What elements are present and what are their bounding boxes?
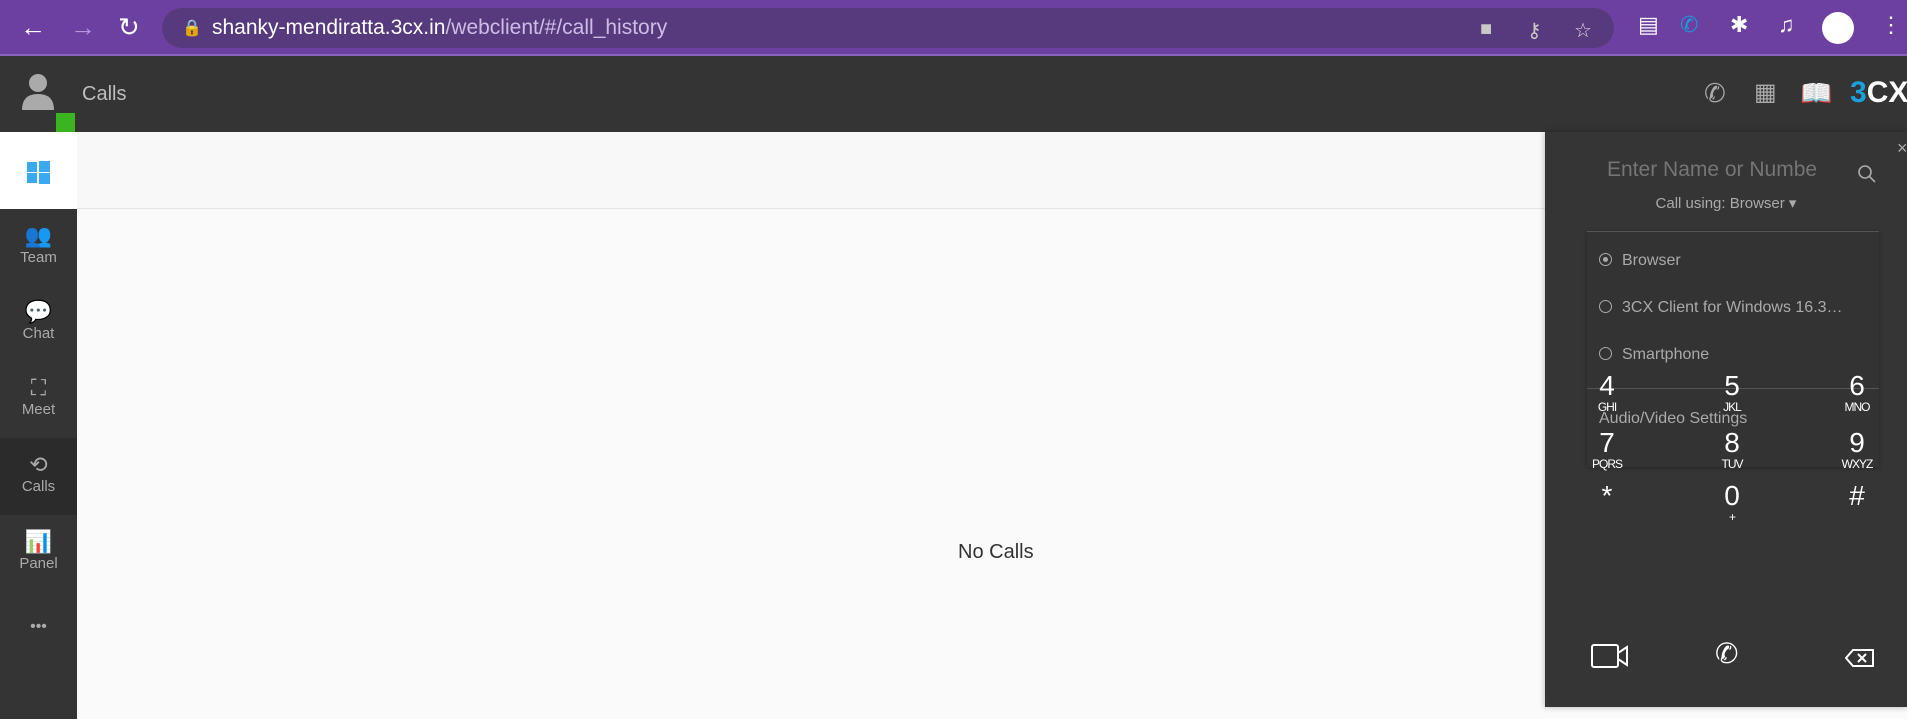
sidebar: 👥 Team 💬 Chat ⛶ Meet ⟲ Calls 📊 Panel •••	[0, 132, 77, 719]
sidebar-item-chat[interactable]: 💬 Chat	[0, 285, 77, 362]
meet-icon: ⛶	[30, 375, 47, 400]
windows-icon	[27, 161, 50, 184]
windows-app-button[interactable]	[0, 132, 77, 209]
search-input[interactable]	[1607, 158, 1817, 182]
menu-icon[interactable]: ⋮	[1880, 12, 1902, 38]
page-title: Calls	[82, 83, 127, 105]
back-icon[interactable]: ←	[20, 12, 46, 42]
radio[interactable]	[1599, 347, 1612, 360]
key-letters: MNO	[1844, 400, 1871, 414]
star-icon[interactable]: ☆	[1574, 18, 1592, 43]
reload-icon[interactable]: ↻	[118, 12, 140, 42]
key-digit: 6	[1849, 370, 1865, 401]
key-letters: +	[1728, 510, 1736, 524]
key-digit: #	[1849, 480, 1865, 511]
sidebar-item-label: Chat	[22, 325, 55, 342]
dialpad-key[interactable]: 4 GHI	[1577, 370, 1637, 415]
history-icon: ⟲	[29, 452, 48, 477]
key-letters: PQRS	[1591, 457, 1623, 471]
call-using-dropdown[interactable]: Call using: Browser ▾	[1545, 194, 1907, 212]
chat-icon: 💬	[24, 299, 53, 324]
browser-toolbar: ← → ↻ 🔒 shanky-mendiratta.3cx.in/webclie…	[0, 0, 1907, 56]
call-icon[interactable]: ✆	[1715, 637, 1738, 670]
dialpad-key[interactable]: 0 +	[1702, 480, 1762, 525]
key-digit: *	[1601, 480, 1613, 511]
key-digit: 0	[1724, 480, 1740, 511]
key-digit: 7	[1599, 427, 1615, 458]
avatar[interactable]	[1822, 12, 1854, 44]
sidebar-item-meet[interactable]: ⛶ Meet	[0, 361, 77, 438]
key-digit: 9	[1849, 427, 1865, 458]
url-text: shanky-mendiratta.3cx.in/webclient/#/cal…	[212, 16, 667, 40]
team-icon: 👥	[24, 223, 53, 248]
url-host: shanky-mendiratta.3cx.in	[212, 16, 446, 39]
forward-icon[interactable]: →	[70, 12, 96, 42]
option-label: Smartphone	[1622, 346, 1710, 363]
sidebar-item-label: Team	[20, 249, 57, 266]
dialpad-key[interactable]: 7 PQRS	[1577, 427, 1637, 472]
radio[interactable]	[1599, 300, 1612, 313]
user-avatar-icon[interactable]	[18, 72, 58, 112]
sidebar-item-calls[interactable]: ⟲ Calls	[0, 438, 77, 515]
dialpad-key[interactable]: 9 WXYZ	[1827, 427, 1887, 472]
option-smartphone[interactable]: Smartphone	[1599, 346, 1709, 364]
extension-icon[interactable]: ▤	[1638, 12, 1659, 38]
key-icon[interactable]: ⚷	[1527, 18, 1542, 43]
url-path: /webclient/#/call_history	[445, 16, 668, 39]
key-letters: GHI	[1597, 400, 1617, 414]
radio-selected[interactable]	[1599, 253, 1612, 266]
media-icon[interactable]: ♫	[1778, 12, 1795, 38]
lock-icon: 🔒	[182, 20, 202, 37]
search-icon[interactable]	[1857, 164, 1877, 184]
close-icon[interactable]: ×	[1897, 138, 1907, 159]
empty-state-text: No Calls	[958, 541, 1034, 563]
option-label: Browser	[1622, 252, 1681, 269]
sidebar-item-label: Panel	[19, 555, 58, 572]
dialpad-key[interactable]: 8 TUV	[1702, 427, 1762, 472]
key-digit: 4	[1599, 370, 1615, 401]
puzzle-icon[interactable]: ✱	[1730, 12, 1748, 38]
key-letters: JKL	[1723, 400, 1742, 414]
dialpad-key[interactable]: 6 MNO	[1827, 370, 1887, 415]
book-icon[interactable]: 📖	[1800, 78, 1832, 109]
sidebar-item-team[interactable]: 👥 Team	[0, 209, 77, 286]
key-letters: TUV	[1721, 457, 1744, 471]
option-3cx-client[interactable]: 3CX Client for Windows 16.3…	[1599, 299, 1843, 317]
phone-extension-icon[interactable]: ✆	[1680, 12, 1698, 38]
qr-code-icon[interactable]: ▦	[1754, 78, 1777, 107]
more-button[interactable]: •••	[0, 610, 77, 650]
option-browser[interactable]: Browser	[1599, 252, 1681, 270]
video-call-icon[interactable]	[1591, 644, 1629, 670]
option-label: 3CX Client for Windows 16.3…	[1622, 299, 1843, 316]
key-digit: 5	[1724, 370, 1740, 401]
app-header: Calls ✆ ▦ 📖 3CX	[0, 56, 1907, 132]
sidebar-item-label: Calls	[21, 478, 56, 495]
key-letters: WXYZ	[1841, 457, 1874, 471]
dialpad-key[interactable]: #	[1827, 482, 1887, 510]
dialpad-key[interactable]: *	[1577, 482, 1637, 510]
sidebar-item-panel[interactable]: 📊 Panel	[0, 515, 77, 592]
key-digit: 8	[1724, 427, 1740, 458]
address-bar[interactable]: 🔒 shanky-mendiratta.3cx.in/webclient/#/c…	[162, 8, 1614, 48]
camera-icon[interactable]: ■	[1480, 18, 1492, 41]
dialpad-key[interactable]: 5 JKL	[1702, 370, 1762, 415]
panel-icon: 📊	[24, 529, 53, 554]
presence-status[interactable]	[56, 113, 75, 132]
dialer-panel: × Call using: Browser ▾ Browser 3CX Clie…	[1545, 132, 1907, 707]
brand-logo: 3CX	[1850, 76, 1907, 109]
sidebar-item-label: Meet	[21, 401, 56, 418]
phone-icon[interactable]: ✆	[1704, 78, 1726, 109]
backspace-icon[interactable]	[1845, 649, 1875, 667]
